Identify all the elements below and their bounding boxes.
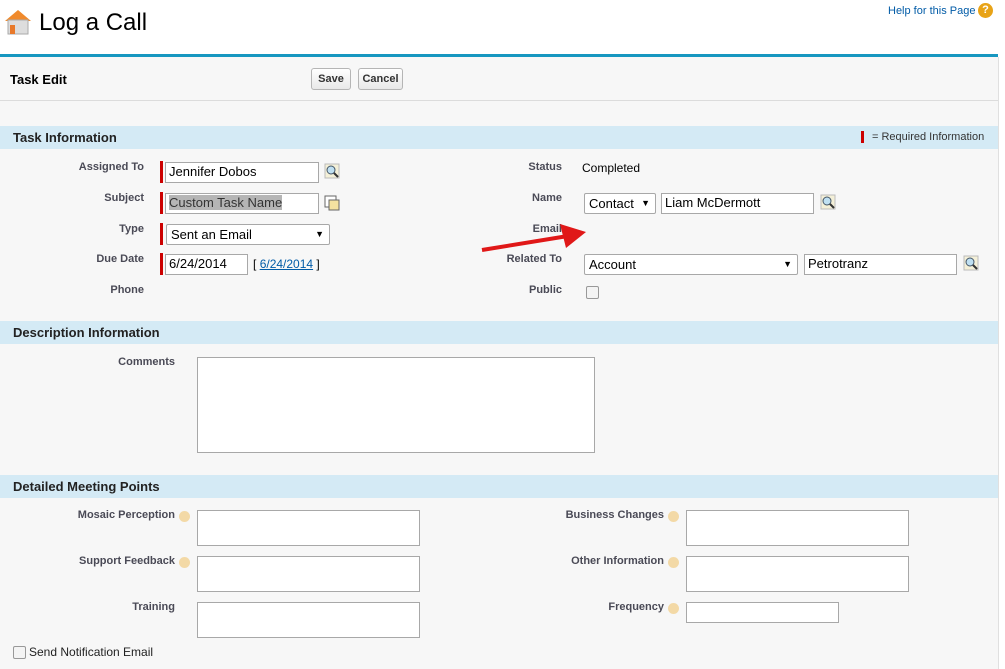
bracket: ] [316,257,320,271]
assigned-to-label: Assigned To [78,161,144,173]
other-information-textarea[interactable] [686,556,909,592]
chevron-down-icon: ▼ [315,229,324,239]
related-to-input[interactable]: Petrotranz [804,254,957,275]
type-value: Sent an Email [171,227,252,242]
help-icon[interactable]: ? [978,3,993,18]
section-description: Description Information [0,321,998,344]
help-icon[interactable] [668,557,679,568]
send-notification-label: Send Notification Email [29,645,154,659]
subject-combo-icon[interactable] [324,195,340,211]
frequency-input[interactable] [686,602,839,623]
today-date-link-wrap: [ 6/24/2014 ] [253,257,320,271]
send-notification-checkbox[interactable] [13,646,26,659]
required-indicator [160,161,163,183]
help-icon[interactable] [179,511,190,522]
help-link[interactable]: Help for this Page [888,5,975,17]
due-date-input[interactable]: 6/24/2014 [165,254,248,275]
name-type-select[interactable]: Contact ▼ [584,193,656,214]
other-information-label: Other Information [571,555,664,567]
help-icon[interactable] [179,557,190,568]
status-label: Status [528,161,562,173]
related-type-select[interactable]: Account ▼ [584,254,798,275]
page-icon [3,8,33,36]
required-indicator [160,223,163,245]
section-meeting-points: Detailed Meeting Points [0,475,998,498]
comments-label: Comments [118,356,175,368]
related-to-label: Related To [506,253,562,265]
assigned-to-input[interactable]: Jennifer Dobos [165,162,319,183]
lookup-icon[interactable] [820,194,836,210]
support-feedback-textarea[interactable] [197,556,420,592]
type-select[interactable]: Sent an Email ▼ [166,224,330,245]
mosaic-perception-label: Mosaic Perception [77,509,175,521]
public-checkbox[interactable] [586,286,599,299]
subject-value: Custom Task Name [169,195,283,210]
required-indicator [160,253,163,275]
training-label: Training [132,601,175,613]
cancel-button[interactable]: Cancel [358,68,403,90]
phone-label: Phone [110,284,144,296]
lookup-icon[interactable] [963,255,979,271]
name-label: Name [532,192,562,204]
lookup-icon[interactable] [324,163,340,179]
section-task-information: Task Information [0,126,998,149]
toolbar-divider [0,100,998,101]
section-title: Description Information [13,325,160,340]
subject-input[interactable]: Custom Task Name [165,193,319,214]
section-title: Detailed Meeting Points [13,479,160,494]
chevron-down-icon: ▼ [783,259,792,269]
page-title: Log a Call [39,9,148,36]
business-changes-label: Business Changes [565,509,664,521]
bracket: [ [253,257,257,271]
help-icon[interactable] [668,603,679,614]
training-textarea[interactable] [197,602,420,638]
due-date-label: Due Date [96,253,144,265]
mosaic-perception-textarea[interactable] [197,510,420,546]
public-label: Public [528,284,562,296]
help-icon[interactable] [668,511,679,522]
business-changes-textarea[interactable] [686,510,909,546]
section-title: Task Information [13,130,117,145]
type-label: Type [119,223,144,235]
today-date-link[interactable]: 6/24/2014 [260,257,313,271]
frequency-label: Frequency [608,601,664,613]
required-legend: = Required Information [872,131,985,143]
support-feedback-label: Support Feedback [79,555,175,567]
subject-label: Subject [104,192,144,204]
status-value: Completed [582,161,641,175]
toolbar-title: Task Edit [10,72,67,87]
save-button[interactable]: Save [311,68,351,90]
related-type-value: Account [589,257,636,272]
chevron-down-icon: ▼ [641,198,650,208]
comments-textarea[interactable] [197,357,595,453]
name-type-value: Contact [589,196,634,211]
required-indicator [160,192,163,214]
name-input[interactable]: Liam McDermott [661,193,814,214]
required-marker [861,131,864,143]
